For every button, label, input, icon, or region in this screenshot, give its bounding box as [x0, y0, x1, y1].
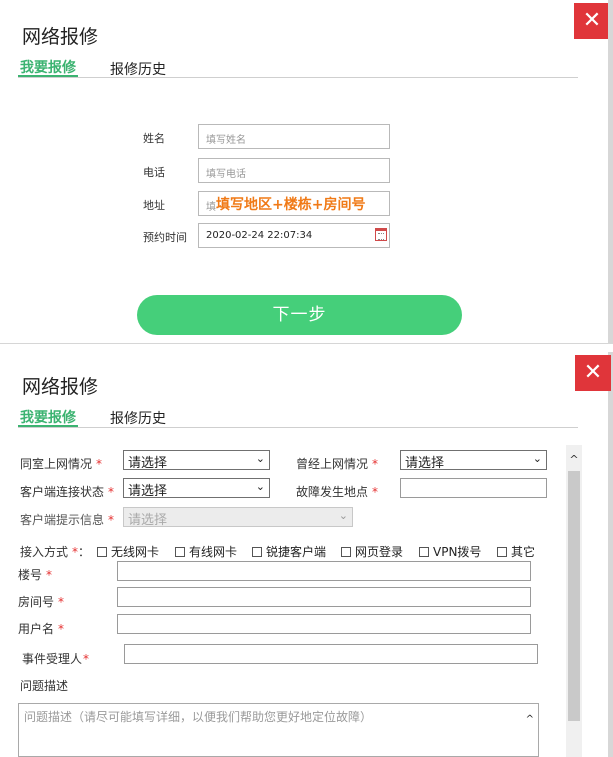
required-mark: * — [372, 485, 379, 499]
room-number-input[interactable] — [117, 587, 531, 607]
past-access-label: 曾经上网情况 * — [296, 455, 378, 472]
roommate-access-text: 同室上网情况 — [20, 457, 93, 471]
access-option-vpn[interactable]: VPN拨号 — [419, 543, 481, 560]
room-number-text: 房间号 — [18, 595, 55, 609]
window-edge — [608, 352, 613, 757]
past-access-select[interactable]: 请选择 ⌄ — [400, 450, 547, 471]
screenshot-divider — [0, 344, 613, 352]
option-label: VPN拨号 — [433, 545, 482, 559]
next-step-button[interactable]: 下一步 — [137, 295, 462, 335]
option-label: 其它 — [511, 545, 536, 559]
required-mark: * — [46, 568, 53, 582]
close-icon[interactable]: ✕ — [574, 3, 610, 39]
required-mark: * — [58, 622, 65, 636]
option-label: 有线网卡 — [189, 545, 238, 559]
tab-repair-history[interactable]: 报修历史 — [110, 59, 166, 79]
access-option-web[interactable]: 网页登录 — [341, 543, 403, 560]
tab-report-repair[interactable]: 我要报修 — [20, 407, 76, 427]
select-value: 请选择 — [128, 513, 168, 528]
fault-place-input[interactable] — [400, 478, 547, 498]
required-mark: * — [372, 457, 379, 471]
checkbox[interactable] — [341, 547, 351, 557]
chevron-down-icon: ⌄ — [338, 509, 348, 522]
chevron-down-icon: ⌄ — [255, 480, 265, 493]
tab-divider — [18, 77, 578, 78]
checkbox[interactable] — [419, 547, 429, 557]
access-option-wired[interactable]: 有线网卡 — [175, 543, 237, 560]
select-value: 请选择 — [128, 484, 168, 499]
name-label: 姓名 — [143, 132, 165, 145]
building-label: 楼号 * — [18, 566, 52, 583]
name-input[interactable]: 填写姓名 — [198, 124, 390, 149]
access-option-wireless[interactable]: 无线网卡 — [97, 543, 159, 560]
label-colon: ： — [78, 545, 91, 559]
client-state-select[interactable]: 请选择 ⌄ — [123, 478, 270, 499]
username-text: 用户名 — [18, 622, 55, 636]
client-message-select: 请选择 ⌄ — [123, 507, 353, 528]
access-method-label: 接入方式 *： — [20, 543, 90, 560]
roommate-access-select[interactable]: 请选择 ⌄ — [123, 450, 270, 471]
room-number-label: 房间号 * — [18, 593, 64, 610]
client-message-text: 客户端提示信息 — [20, 513, 105, 527]
required-mark: * — [108, 485, 115, 499]
checkbox[interactable] — [175, 547, 185, 557]
client-message-label: 客户端提示信息 * — [20, 511, 114, 528]
handler-label: 事件受理人* — [22, 650, 89, 667]
textarea-placeholder: 问题描述（请尽可能填写详细，以便我们帮助您更好地定位故障） — [24, 710, 373, 724]
tab-report-repair[interactable]: 我要报修 — [20, 57, 76, 77]
dialog-title: 网络报修 — [22, 376, 99, 398]
fault-place-text: 故障发生地点 — [296, 485, 369, 499]
access-method-text: 接入方式 — [20, 545, 69, 559]
scrollbar-thumb[interactable] — [568, 471, 580, 721]
required-mark: * — [58, 595, 65, 609]
select-value: 请选择 — [128, 456, 168, 471]
tab-divider — [18, 427, 578, 428]
chevron-up-icon[interactable]: ^ — [566, 453, 582, 466]
form-scrollbar[interactable]: ^ — [566, 445, 582, 757]
client-state-label: 客户端连接状态 * — [20, 483, 114, 500]
client-state-text: 客户端连接状态 — [20, 485, 105, 499]
username-label: 用户名 * — [18, 620, 64, 637]
option-label: 锐捷客户端 — [266, 545, 327, 559]
access-option-other[interactable]: 其它 — [497, 543, 535, 560]
address-label: 地址 — [143, 199, 165, 212]
phone-label: 电话 — [143, 166, 165, 179]
select-value: 请选择 — [405, 456, 445, 471]
appointment-time-input[interactable]: 2020-02-24 22:07:34 — [198, 223, 390, 248]
building-input[interactable] — [117, 561, 531, 581]
handler-text: 事件受理人 — [22, 652, 83, 666]
option-label: 网页登录 — [355, 545, 404, 559]
chevron-down-icon: ⌄ — [532, 452, 542, 465]
required-mark: * — [96, 457, 103, 471]
calendar-icon[interactable] — [375, 228, 387, 241]
required-mark: * — [108, 513, 115, 527]
repair-dialog-step1: ✕ 网络报修 我要报修 报修历史 姓名 填写姓名 电话 填写电话 地址 填 填写… — [0, 0, 613, 344]
checkbox[interactable] — [497, 547, 507, 557]
tab-repair-history[interactable]: 报修历史 — [110, 408, 166, 428]
problem-description-textarea[interactable]: 问题描述（请尽可能填写详细，以便我们帮助您更好地定位故障） ^ — [18, 703, 539, 757]
checkbox[interactable] — [252, 547, 262, 557]
roommate-access-label: 同室上网情况 * — [20, 455, 102, 472]
building-text: 楼号 — [18, 568, 43, 582]
chevron-down-icon: ⌄ — [255, 452, 265, 465]
dialog-title: 网络报修 — [22, 26, 99, 48]
required-mark: * — [83, 652, 90, 666]
chevron-up-icon[interactable]: ^ — [526, 714, 534, 725]
appointment-time-label: 预约时间 — [143, 231, 187, 244]
past-access-text: 曾经上网情况 — [296, 457, 369, 471]
phone-input[interactable]: 填写电话 — [198, 158, 390, 183]
access-option-ruijie[interactable]: 锐捷客户端 — [252, 543, 326, 560]
problem-description-label: 问题描述 — [20, 679, 69, 693]
username-input[interactable] — [117, 614, 531, 634]
close-icon[interactable]: ✕ — [575, 355, 611, 391]
checkbox[interactable] — [97, 547, 107, 557]
option-label: 无线网卡 — [111, 545, 160, 559]
window-edge — [608, 0, 613, 344]
address-hint-overlay: 填写地区+楼栋+房间号 — [216, 197, 366, 213]
fault-place-label: 故障发生地点 * — [296, 483, 378, 500]
handler-input[interactable] — [124, 644, 538, 664]
